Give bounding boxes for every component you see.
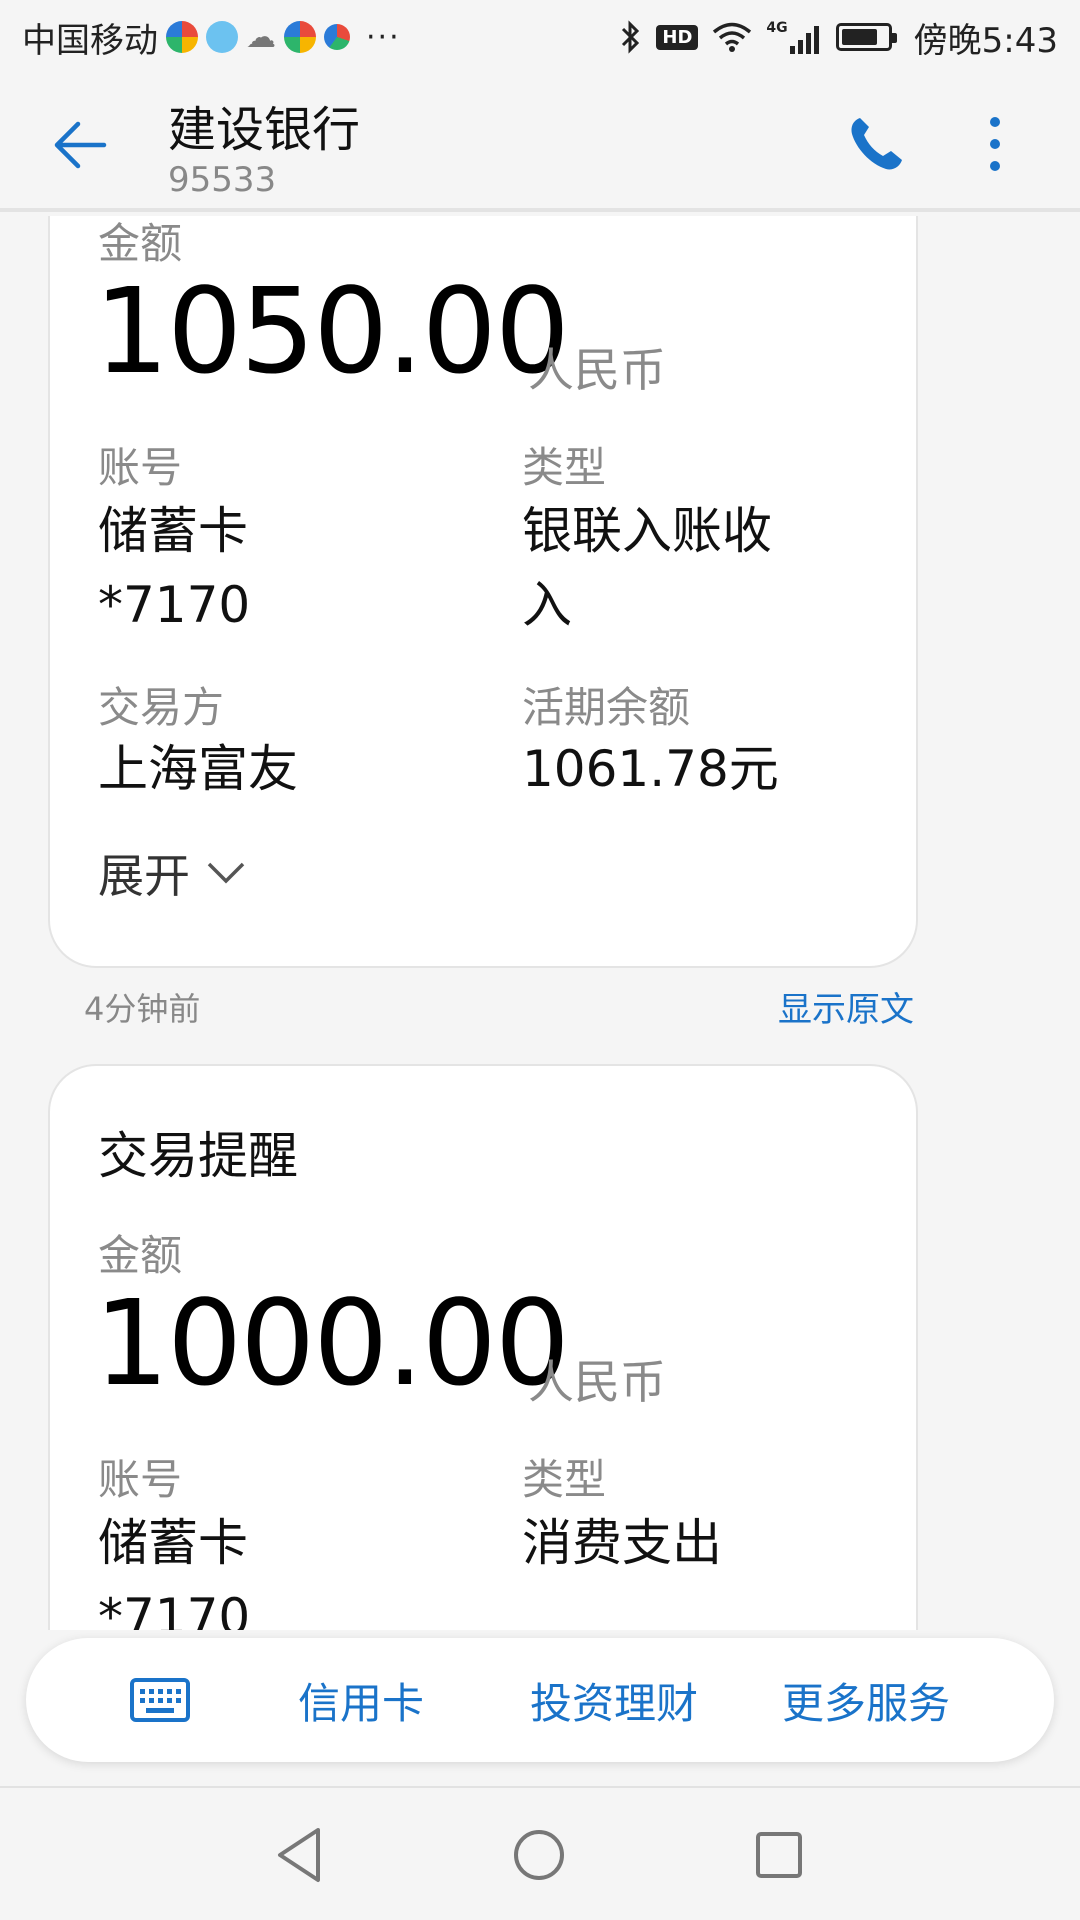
bluetooth-icon [622, 20, 640, 54]
network-type-label: 4G [766, 20, 788, 36]
type-label: 类型 [522, 1455, 607, 1504]
cloud-app-icon [206, 21, 238, 53]
transaction-card[interactable]: 交易提醒 金额 1000.00 人民币 账号 储蓄卡 *7170 类型 消费支出 [48, 1064, 918, 1630]
more-notifications-indicator: ··· [366, 19, 401, 55]
wifi-icon [713, 22, 752, 52]
message-list[interactable]: 金额 1050.00 人民币 账号 储蓄卡 *7170 类型 银联入账收 入 交… [0, 216, 1080, 1630]
square-recents-icon[interactable] [744, 1820, 814, 1890]
card-title: 交易提醒 [98, 1127, 298, 1185]
status-left: 中国移动 ☁ ··· [22, 13, 401, 62]
account-value: 储蓄卡 *7170 [98, 502, 251, 634]
battery-icon [835, 23, 897, 51]
balance-value: 1061.78元 [522, 740, 779, 798]
amount-value: 1050.00 [94, 262, 570, 400]
account-value: 储蓄卡 [98, 1514, 248, 1572]
amount-value: 1000.00 [94, 1274, 570, 1412]
expand-button[interactable]: 展开 [98, 840, 246, 906]
battery-fill [841, 29, 877, 45]
contact-name: 建设银行 [168, 102, 361, 158]
keyboard-icon[interactable] [130, 1678, 190, 1722]
phone-icon[interactable] [846, 114, 906, 174]
app-notification-icon [166, 21, 198, 53]
account-label: 账号 [98, 443, 183, 492]
chevron-down-icon [207, 862, 245, 884]
signal-strength: 4G [766, 20, 821, 54]
type-label: 类型 [522, 443, 607, 492]
system-nav-bar [0, 1786, 1080, 1920]
clock: 傍晚5:43 [913, 20, 1058, 61]
carrier-name: 中国移动 [22, 20, 158, 61]
type-value: 消费支出 [522, 1514, 722, 1572]
app-notification-icon [324, 24, 350, 50]
message-timestamp: 4分钟前 [84, 990, 201, 1028]
currency-label: 人民币 [528, 343, 666, 397]
status-right: HD 4G 傍晚5:43 [620, 13, 1058, 62]
account-label: 账号 [98, 1455, 183, 1504]
circle-home-icon[interactable] [504, 1820, 574, 1890]
app-notification-icon [284, 21, 316, 53]
contact-number: 95533 [168, 160, 277, 200]
investment-menu[interactable]: 投资理财 [530, 1638, 698, 1762]
transaction-card[interactable]: 金额 1050.00 人民币 账号 储蓄卡 *7170 类型 银联入账收 入 交… [48, 216, 918, 968]
account-value-partial: *7170 [98, 1588, 251, 1630]
triangle-back-icon[interactable] [266, 1820, 336, 1890]
type-value: 银联入账收 入 [522, 502, 772, 634]
signal-icon [789, 26, 819, 54]
show-original-link[interactable]: 显示原文 [778, 982, 914, 1031]
status-bar: 中国移动 ☁ ··· HD 4G 傍晚5:43 [0, 0, 1080, 74]
counterparty-label: 交易方 [98, 683, 225, 732]
counterparty-value: 上海富友 [98, 740, 298, 798]
conversation-header: 建设银行 95533 [0, 74, 1080, 212]
weather-icon: ☁ [246, 19, 276, 55]
balance-label: 活期余额 [522, 683, 691, 732]
service-menu-bar: 信用卡 投资理财 更多服务 [26, 1638, 1054, 1762]
credit-card-menu[interactable]: 信用卡 [298, 1638, 424, 1762]
hd-badge: HD [656, 24, 699, 50]
more-vertical-icon[interactable] [980, 114, 1010, 174]
expand-label: 展开 [98, 849, 190, 903]
currency-label: 人民币 [528, 1355, 666, 1409]
arrow-left-icon[interactable] [48, 110, 118, 180]
more-services-menu[interactable]: 更多服务 [782, 1638, 950, 1762]
